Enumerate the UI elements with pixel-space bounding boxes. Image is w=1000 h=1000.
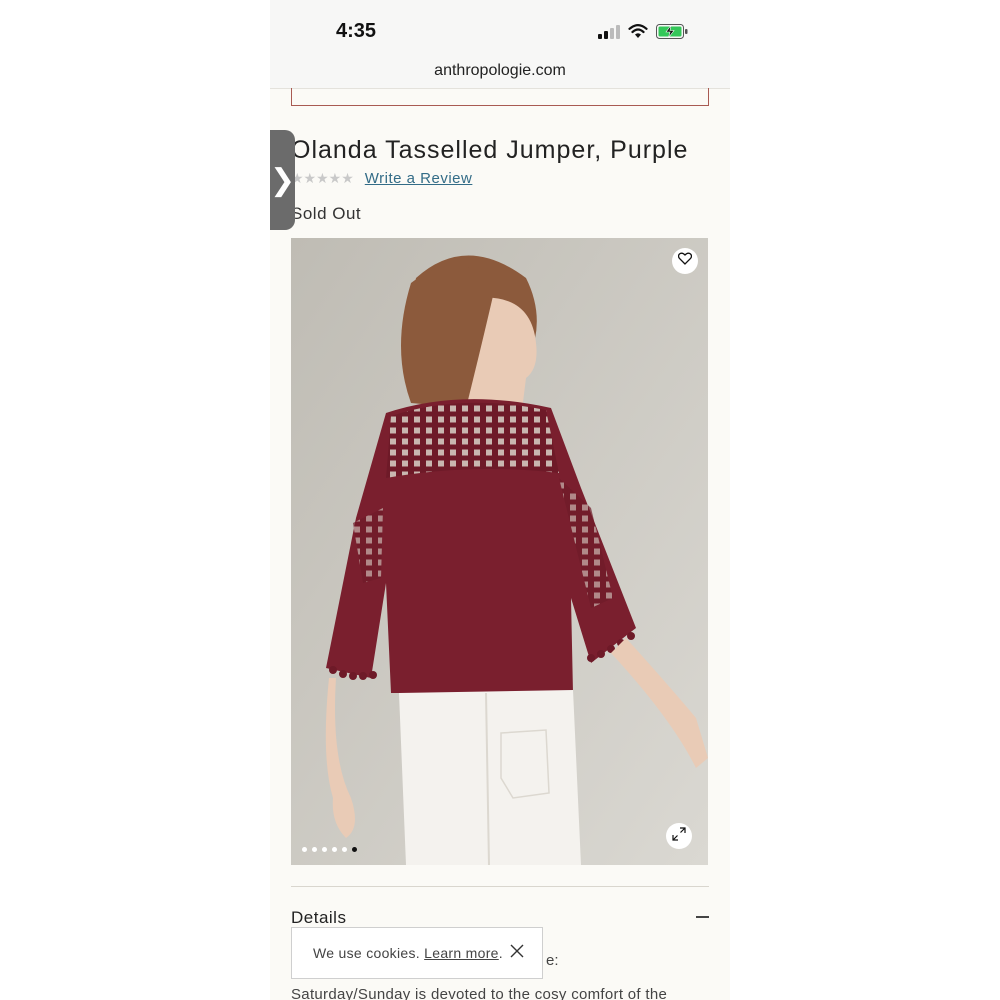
battery-charging-icon [656, 24, 688, 44]
carousel-dot[interactable] [352, 847, 357, 852]
availability-status: Sold Out [291, 204, 362, 223]
carousel-dot[interactable] [322, 847, 327, 852]
write-review-link[interactable]: Write a Review [365, 170, 473, 187]
details-description: Saturday/Sunday is devoted to the cosy c… [291, 986, 668, 1000]
cellular-signal-icon [598, 24, 620, 44]
carousel-dot[interactable] [342, 847, 347, 852]
carousel-dot[interactable] [302, 847, 307, 852]
image-carousel-dots[interactable] [302, 847, 357, 852]
carousel-dot[interactable] [312, 847, 317, 852]
product-title: Olanda Tasselled Jumper, Purple [291, 136, 689, 164]
details-partial-text: e: [546, 952, 559, 969]
browser-url-bar[interactable]: anthropologie.com [270, 60, 730, 89]
wifi-icon [628, 24, 648, 44]
previous-section-box [291, 88, 709, 106]
product-photo-illustration [291, 238, 708, 865]
expand-arrows-icon [672, 826, 686, 846]
product-image[interactable] [291, 238, 708, 865]
rating-stars: ★★★★★ [291, 170, 354, 187]
browser-url[interactable]: anthropologie.com [270, 62, 730, 80]
rating-row: ★★★★★ Write a Review [291, 170, 472, 187]
learn-more-link[interactable]: Learn more [424, 945, 499, 961]
cookie-banner: We use cookies. Learn more. [291, 927, 543, 979]
status-time: 4:35 [336, 20, 377, 42]
zoom-image-button[interactable] [666, 823, 692, 849]
cookie-text: We use cookies. [313, 945, 425, 961]
carousel-dot[interactable] [332, 847, 337, 852]
details-heading[interactable]: Details [291, 908, 346, 928]
heart-icon [677, 252, 693, 270]
collapse-minus-icon[interactable] [696, 916, 709, 918]
wishlist-heart-button[interactable] [672, 248, 698, 274]
phone-screen: 4:35 anthropologie.com ❯ Olanda Tasselle… [270, 0, 730, 1000]
section-divider [291, 886, 709, 887]
close-icon[interactable] [510, 944, 524, 963]
chevron-right-icon: ❯ [270, 162, 296, 198]
cookie-suffix: . [498, 945, 503, 961]
side-drawer-tab[interactable]: ❯ [270, 130, 295, 230]
cookie-message: We use cookies. Learn more. [313, 945, 503, 961]
status-bar: 4:35 [270, 0, 730, 60]
status-icons [598, 24, 688, 44]
